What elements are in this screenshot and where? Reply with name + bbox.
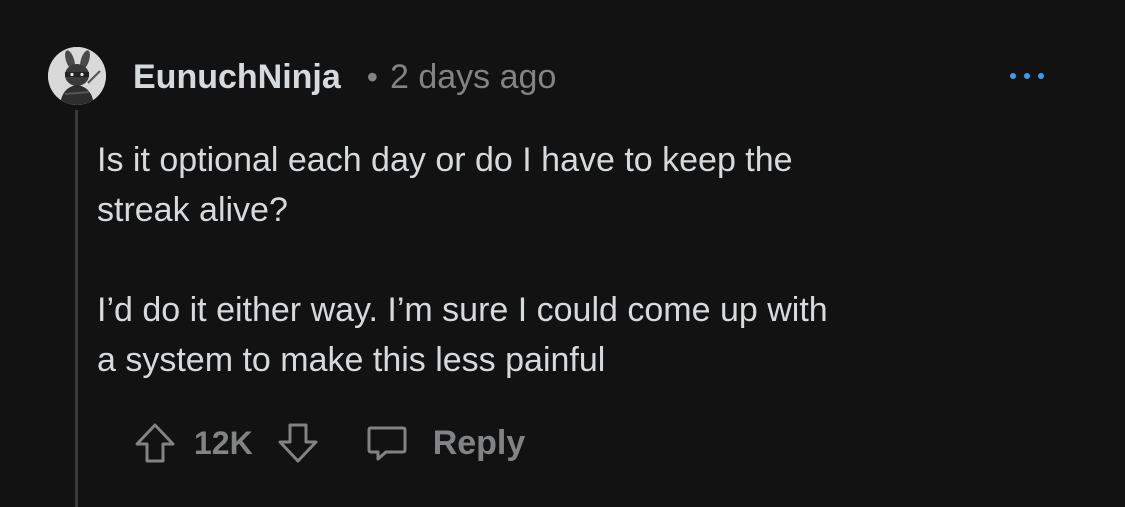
reply-label: Reply bbox=[432, 423, 526, 462]
separator-dot: • bbox=[366, 58, 378, 95]
username[interactable]: EunuchNinja bbox=[133, 58, 341, 97]
comment-card: EunuchNinja • 2 days ago Is it optional … bbox=[0, 0, 1125, 507]
arrow-down-icon bbox=[278, 423, 318, 463]
comment-paragraph: Is it optional each day or do I have to … bbox=[97, 141, 793, 229]
more-options-button[interactable] bbox=[1003, 62, 1051, 90]
speech-bubble-icon bbox=[367, 426, 407, 461]
comment-header: EunuchNinja • 2 days ago bbox=[133, 52, 556, 102]
ninja-bunny-avatar-icon bbox=[48, 47, 106, 105]
more-options-icon bbox=[1010, 73, 1044, 79]
reply-button[interactable]: Reply bbox=[365, 421, 526, 465]
user-avatar[interactable] bbox=[48, 47, 106, 105]
vote-count: 12K bbox=[194, 424, 253, 461]
arrow-up-icon bbox=[135, 423, 175, 463]
comment-body: Is it optional each day or do I have to … bbox=[97, 135, 1057, 385]
upvote-button[interactable] bbox=[132, 420, 178, 466]
downvote-button[interactable] bbox=[275, 420, 321, 466]
timestamp: 2 days ago bbox=[390, 57, 557, 96]
thread-line bbox=[75, 110, 78, 507]
comment-paragraph: I’d do it either way. I’m sure I could c… bbox=[97, 291, 828, 379]
comment-actions: 12K Reply bbox=[132, 412, 525, 474]
